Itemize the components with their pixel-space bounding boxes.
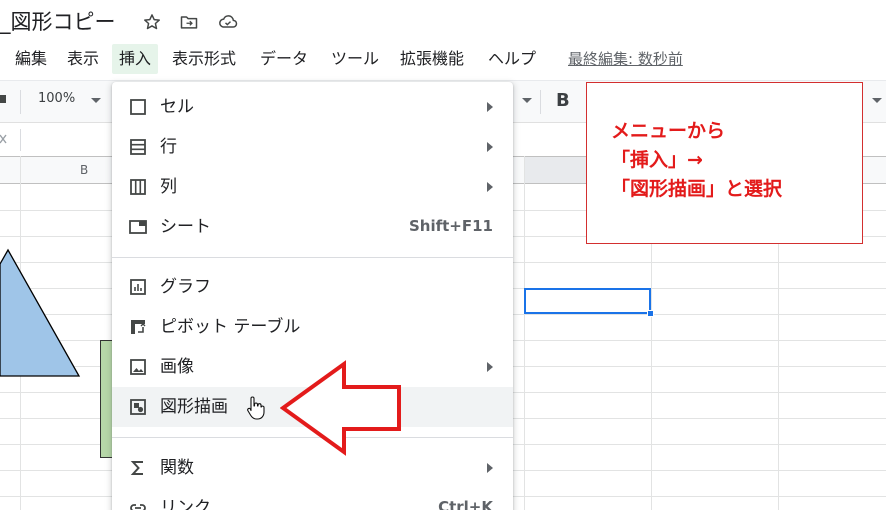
toolbar-separator [540, 90, 541, 114]
image-icon [128, 357, 148, 377]
star-icon[interactable] [141, 11, 163, 33]
sheets-window: _図形コピー 編集 表示 挿入 表示形式 データ ツール 拡張機能 ヘルプ 最終… [0, 0, 886, 510]
menu-item-label: 行 [160, 137, 177, 157]
hand-cursor-icon [245, 395, 265, 421]
cell-icon [128, 97, 148, 117]
sigma-icon [128, 458, 148, 478]
document-title[interactable]: _図形コピー [0, 8, 116, 36]
menu-edit[interactable]: 編集 [11, 44, 51, 74]
title-bar: _図形コピー [0, 0, 886, 44]
menu-item-label: 列 [160, 177, 177, 197]
menu-item-label: ピボット テーブル [160, 317, 301, 337]
menu-item-label: 関数 [160, 458, 194, 478]
menu-item-label: グラフ [160, 277, 211, 297]
menu-insert[interactable]: 挿入 [112, 44, 159, 74]
font-caret-icon[interactable] [522, 98, 532, 103]
annotation-text: メニューから 「挿入」→ 「図形描画」と選択 [611, 117, 782, 204]
menu-item-shortcut: Shift+F11 [408, 217, 493, 235]
cancel-icon[interactable] [0, 132, 8, 146]
menu-item-pivot-table[interactable]: ピボット テーブル [112, 307, 513, 347]
link-icon [128, 498, 148, 510]
menu-item-columns[interactable]: 列 [112, 167, 513, 207]
red-arrow-annotation [280, 360, 401, 456]
submenu-arrow-icon [487, 362, 493, 372]
annotation-callout: メニューから 「挿入」→ 「図形描画」と選択 [586, 82, 863, 244]
menu-item-label: 図形描画 [160, 397, 228, 417]
fill-handle[interactable] [647, 310, 654, 317]
submenu-arrow-icon [487, 102, 493, 112]
menu-item-label: リンク [160, 498, 211, 510]
columns-icon [128, 177, 148, 197]
menu-data[interactable]: データ [256, 44, 312, 74]
menu-item-shortcut: Ctrl+K [438, 498, 493, 510]
column-header-b[interactable]: B [80, 163, 88, 177]
annotation-line-2: 「挿入」→ [611, 149, 703, 171]
menu-separator [112, 257, 513, 258]
cloud-status-icon[interactable] [217, 11, 239, 33]
selected-cell[interactable] [524, 288, 654, 317]
menu-bar: 編集 表示 挿入 表示形式 データ ツール 拡張機能 ヘルプ 最終編集: 数秒前 [0, 40, 886, 76]
menu-item-label: シート [160, 217, 211, 237]
annotation-line-1: メニューから [611, 120, 726, 142]
zoom-caret-icon[interactable] [91, 98, 101, 103]
menu-format[interactable]: 表示形式 [168, 44, 240, 74]
toolbar-separator [20, 90, 21, 114]
menu-item-cell[interactable]: セル [112, 87, 513, 127]
menu-tools[interactable]: ツール [327, 44, 383, 74]
more-caret-icon[interactable] [872, 98, 882, 103]
menu-item-label: 画像 [160, 357, 194, 377]
move-to-folder-icon[interactable] [178, 11, 200, 33]
submenu-arrow-icon [487, 182, 493, 192]
last-edit-link[interactable]: 最終編集: 数秒前 [568, 44, 683, 74]
menu-item-label: セル [160, 97, 194, 117]
menu-item-sheet[interactable]: シート Shift+F11 [112, 207, 513, 247]
paint-format-icon[interactable] [0, 93, 8, 109]
submenu-arrow-icon [487, 463, 493, 473]
drawing-icon [128, 397, 148, 417]
menu-extensions[interactable]: 拡張機能 [396, 44, 468, 74]
rows-icon [128, 137, 148, 157]
menu-item-rows[interactable]: 行 [112, 127, 513, 167]
bold-button[interactable]: B [556, 90, 570, 111]
pivot-table-icon [128, 317, 148, 337]
annotation-line-3: 「図形描画」と選択 [611, 178, 783, 200]
formula-separator [20, 129, 21, 151]
submenu-arrow-icon [487, 142, 493, 152]
menu-help[interactable]: ヘルプ [484, 44, 540, 74]
menu-item-chart[interactable]: グラフ [112, 267, 513, 307]
sheet-icon [128, 217, 148, 237]
menu-view[interactable]: 表示 [63, 44, 103, 74]
triangle-shape[interactable] [0, 246, 82, 378]
zoom-select[interactable]: 100% [38, 91, 75, 106]
menu-item-link[interactable]: リンク Ctrl+K [112, 488, 513, 510]
chart-icon [128, 277, 148, 297]
